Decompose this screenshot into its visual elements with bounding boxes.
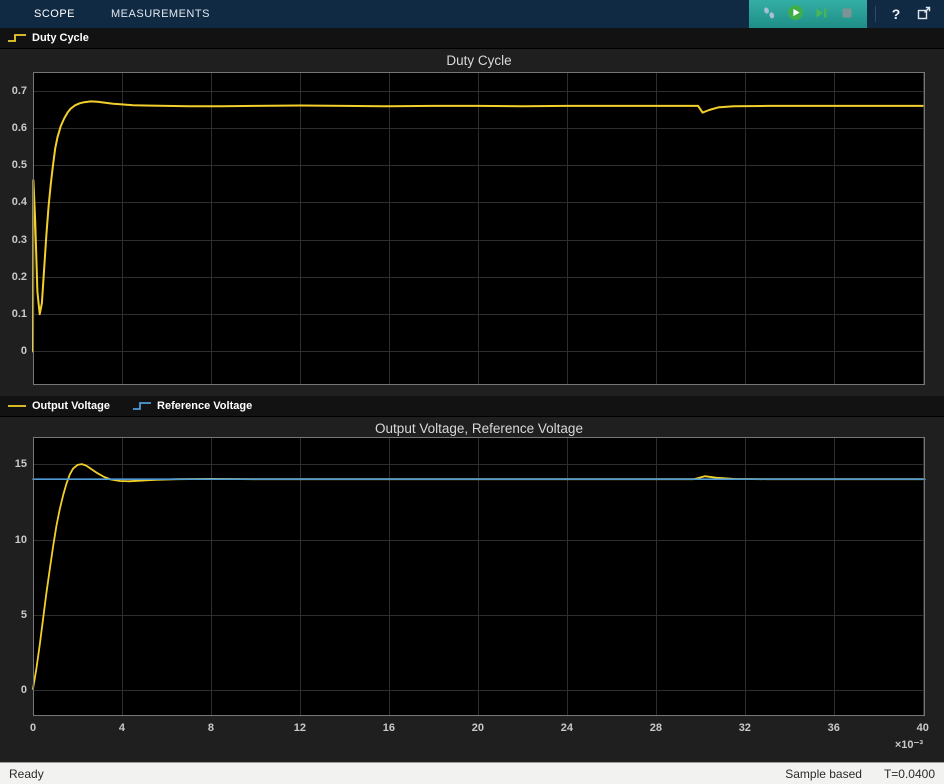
- stop-icon: [839, 5, 855, 24]
- x-tick-label: 12: [280, 722, 320, 735]
- series-duty-cycle: [33, 101, 923, 351]
- chart-duty-cycle: Duty Cycle 00.10.20.30.40.50.60.7: [0, 49, 944, 396]
- status-text: Ready: [9, 767, 44, 781]
- run-button[interactable]: [783, 2, 807, 26]
- step-forward-icon: [813, 5, 829, 24]
- x-tick-label: 28: [636, 722, 676, 735]
- y-tick-label: 0.5: [0, 159, 27, 172]
- stepping-options-icon: [761, 5, 777, 24]
- y-tick-label: 0: [0, 684, 27, 697]
- y-tick-label: 0.3: [0, 234, 27, 247]
- x-tick-label: 32: [725, 722, 765, 735]
- chart-output-voltage: Output Voltage, Reference Voltage 051015…: [0, 417, 944, 762]
- dock-icon: [916, 5, 932, 24]
- run-icon: [787, 4, 804, 24]
- x-tick-label: 40: [903, 722, 943, 735]
- y-tick-label: 0.2: [0, 271, 27, 284]
- chart-title: Output Voltage, Reference Voltage: [33, 421, 925, 436]
- x-tick-label: 20: [458, 722, 498, 735]
- sample-mode-label: Sample based: [785, 767, 862, 781]
- y-tick-label: 5: [0, 609, 27, 622]
- plot-canvas: [33, 72, 925, 385]
- y-tick-label: 0.7: [0, 85, 27, 98]
- plot-area-voltages[interactable]: 0510150481216202428323640×10⁻³: [33, 437, 925, 716]
- help-button[interactable]: ?: [884, 2, 908, 26]
- x-tick-label: 24: [547, 722, 587, 735]
- legend-label: Reference Voltage: [157, 400, 252, 412]
- x-tick-label: 36: [814, 722, 854, 735]
- legend-step-icon: [132, 401, 152, 411]
- x-tick-label: 4: [102, 722, 142, 735]
- y-tick-label: 15: [0, 458, 27, 471]
- legend-item-duty-cycle[interactable]: Duty Cycle: [7, 32, 89, 44]
- toolstrip-tabs: SCOPE MEASUREMENTS: [0, 0, 228, 28]
- legend-line-icon: [7, 401, 27, 411]
- tab-scope[interactable]: SCOPE: [16, 0, 93, 28]
- stop-button[interactable]: [835, 2, 859, 26]
- chart-title: Duty Cycle: [33, 53, 925, 68]
- toolstrip: SCOPE MEASUREMENTS: [0, 0, 944, 28]
- simulate-group: [749, 0, 867, 28]
- help-icon: ?: [892, 7, 901, 21]
- series-output-voltage: [33, 464, 923, 689]
- legend-item-output-voltage[interactable]: Output Voltage: [7, 400, 110, 412]
- y-tick-label: 0.4: [0, 196, 27, 209]
- stepping-options-button[interactable]: [757, 2, 781, 26]
- y-tick-label: 0: [0, 345, 27, 358]
- y-tick-label: 0.1: [0, 308, 27, 321]
- y-tick-label: 10: [0, 534, 27, 547]
- step-forward-button[interactable]: [809, 2, 833, 26]
- toolbar-right: ?: [749, 0, 944, 28]
- toolbar-separator: [875, 6, 876, 22]
- y-tick-label: 0.6: [0, 122, 27, 135]
- misc-group: ?: [867, 0, 944, 28]
- plot-area-duty-cycle[interactable]: 00.10.20.30.40.50.60.7: [33, 72, 925, 385]
- legend-bar-duty-cycle: Duty Cycle: [0, 28, 944, 49]
- scope-window: { "toolstrip": { "tabs": [ {"label": "SC…: [0, 0, 944, 784]
- status-bar: Ready Sample based T=0.0400: [0, 762, 944, 784]
- sim-time-label: T=0.0400: [884, 767, 935, 781]
- legend-step-icon: [7, 33, 27, 43]
- legend-label: Duty Cycle: [32, 32, 89, 44]
- tab-measurements[interactable]: MEASUREMENTS: [93, 0, 228, 28]
- legend-bar-voltages: Output Voltage Reference Voltage: [0, 396, 944, 417]
- legend-item-reference-voltage[interactable]: Reference Voltage: [132, 400, 252, 412]
- dock-button[interactable]: [912, 2, 936, 26]
- x-tick-label: 0: [13, 722, 53, 735]
- x-scale-label: ×10⁻³: [863, 738, 923, 751]
- legend-label: Output Voltage: [32, 400, 110, 412]
- x-tick-label: 16: [369, 722, 409, 735]
- x-tick-label: 8: [191, 722, 231, 735]
- plot-canvas: [33, 437, 925, 716]
